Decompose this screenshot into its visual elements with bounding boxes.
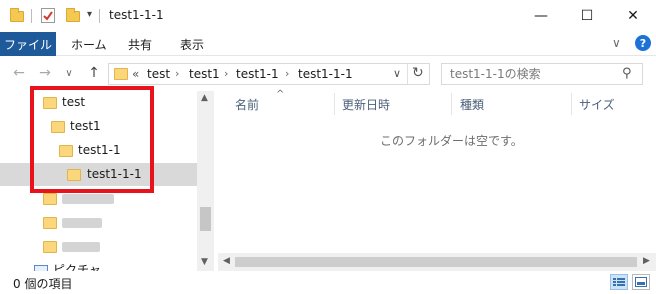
scroll-right-icon[interactable]: ▶ bbox=[643, 256, 650, 266]
search-input[interactable] bbox=[450, 67, 620, 81]
folder-app-icon bbox=[10, 8, 24, 22]
breadcrumb-test[interactable]: test bbox=[147, 67, 170, 81]
column-separator[interactable] bbox=[571, 93, 572, 115]
close-button[interactable]: ✕ bbox=[610, 0, 656, 32]
ribbon-tabs: ファイル ホーム 共有 表示 ∨ ? bbox=[0, 32, 656, 56]
large-icons-view-icon bbox=[635, 277, 647, 287]
address-bar[interactable]: « test › test1 › test1-1 › test1-1-1 ∨ ↻ bbox=[108, 63, 430, 85]
breadcrumb-separator[interactable]: › bbox=[285, 67, 289, 80]
redacted-label bbox=[62, 242, 100, 252]
folder-icon bbox=[114, 68, 128, 80]
folder-icon bbox=[43, 241, 57, 253]
column-header-size[interactable]: サイズ bbox=[579, 93, 615, 115]
help-icon[interactable]: ? bbox=[635, 35, 651, 51]
separator bbox=[407, 64, 408, 84]
tree-item-label: ピクチャ bbox=[53, 263, 101, 271]
separator bbox=[31, 9, 32, 23]
window-title: test1-1-1 bbox=[109, 8, 164, 22]
properties-icon[interactable] bbox=[41, 8, 55, 23]
ribbon-expand-icon[interactable]: ∨ bbox=[612, 36, 621, 50]
tree-item-pictures[interactable]: ピクチャ bbox=[0, 259, 197, 271]
breadcrumb-test1-1[interactable]: test1-1 bbox=[236, 67, 279, 81]
search-icon[interactable]: ⚲ bbox=[622, 66, 632, 81]
scroll-up-icon[interactable]: ▲ bbox=[201, 93, 208, 103]
details-view-button[interactable] bbox=[610, 274, 628, 290]
scroll-left-icon[interactable]: ◀ bbox=[223, 256, 230, 266]
folder-icon bbox=[43, 217, 57, 229]
sort-indicator-icon: ^ bbox=[276, 89, 285, 100]
tab-home[interactable]: ホーム bbox=[71, 32, 107, 56]
empty-folder-message: このフォルダーは空です。 bbox=[380, 134, 523, 148]
separator bbox=[99, 9, 100, 23]
nav-pane-scroll-thumb[interactable] bbox=[200, 207, 211, 231]
recent-locations-button[interactable]: ∨ bbox=[62, 63, 76, 83]
breadcrumb-separator[interactable]: › bbox=[175, 67, 179, 80]
customize-qat-icon[interactable]: ▾ bbox=[87, 9, 92, 20]
details-view-icon bbox=[613, 278, 625, 286]
breadcrumb-test1-1-1[interactable]: test1-1-1 bbox=[298, 67, 353, 81]
file-list-pane[interactable]: 名前 ^ 更新日時 種類 サイズ このフォルダーは空です。 bbox=[218, 89, 656, 271]
highlight-annotation bbox=[30, 86, 154, 193]
tab-share[interactable]: 共有 bbox=[128, 32, 152, 56]
title-bar: ▾ test1-1-1 — ☐ ✕ bbox=[0, 0, 656, 32]
large-icons-view-button[interactable] bbox=[632, 274, 650, 290]
tab-view[interactable]: 表示 bbox=[180, 32, 204, 56]
column-separator[interactable] bbox=[334, 93, 335, 115]
address-dropdown-icon[interactable]: ∨ bbox=[393, 67, 401, 80]
new-folder-icon[interactable] bbox=[66, 8, 80, 22]
column-separator[interactable] bbox=[451, 93, 452, 115]
nav-pane-scrollbar[interactable]: ▲ ▼ bbox=[197, 91, 214, 271]
back-button[interactable]: ← bbox=[9, 63, 29, 83]
folder-icon bbox=[43, 193, 57, 205]
tab-file[interactable]: ファイル bbox=[0, 32, 56, 56]
forward-button[interactable]: → bbox=[35, 63, 55, 83]
up-button[interactable]: ↑ bbox=[84, 63, 104, 83]
column-header-name[interactable]: 名前 bbox=[235, 93, 259, 115]
breadcrumb-test1[interactable]: test1 bbox=[189, 67, 220, 81]
status-bar: 0 個の項目 bbox=[0, 271, 656, 294]
column-header-type[interactable]: 種類 bbox=[460, 93, 484, 115]
item-count: 0 個の項目 bbox=[13, 277, 73, 291]
tree-item-redacted[interactable] bbox=[0, 235, 197, 258]
minimize-button[interactable]: — bbox=[518, 0, 564, 32]
breadcrumb-overflow[interactable]: « bbox=[132, 67, 139, 81]
redacted-label bbox=[62, 194, 114, 204]
scroll-down-icon[interactable]: ▼ bbox=[201, 257, 208, 267]
horizontal-scroll-thumb[interactable] bbox=[235, 257, 637, 267]
search-box[interactable]: ⚲ bbox=[441, 63, 643, 85]
redacted-label bbox=[62, 218, 102, 228]
breadcrumb-separator[interactable]: › bbox=[224, 67, 228, 80]
tree-item-redacted[interactable] bbox=[0, 211, 197, 234]
column-header-modified[interactable]: 更新日時 bbox=[342, 93, 390, 115]
refresh-icon[interactable]: ↻ bbox=[412, 65, 424, 81]
maximize-button[interactable]: ☐ bbox=[564, 0, 610, 32]
